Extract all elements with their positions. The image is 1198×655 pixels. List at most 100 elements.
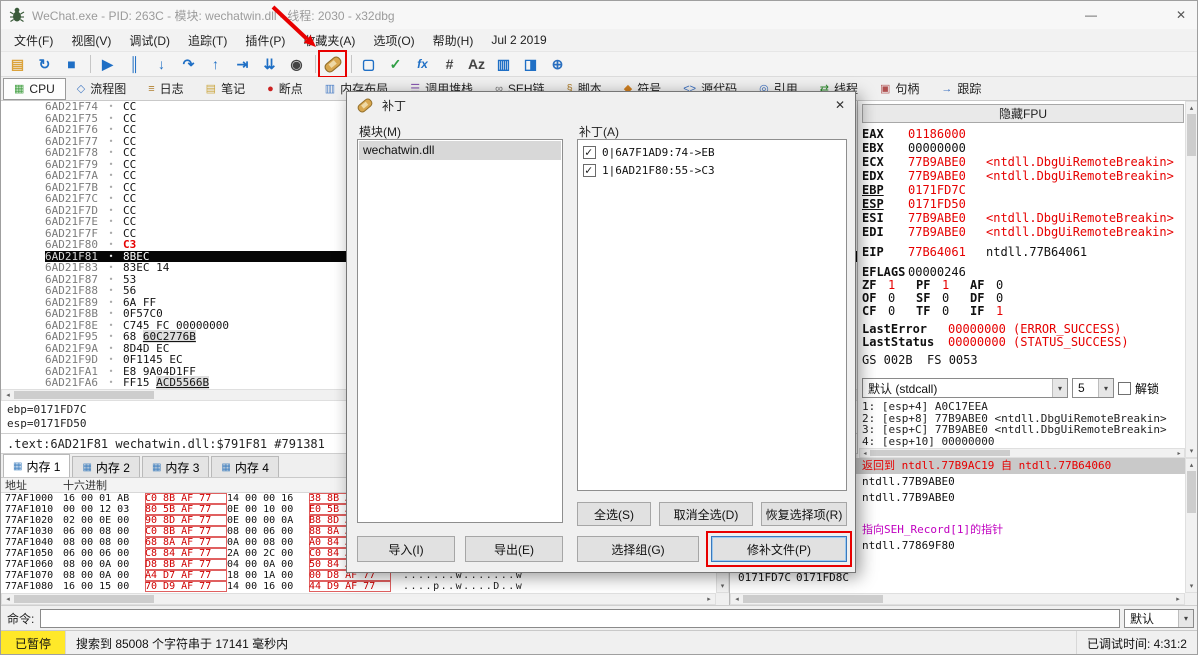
menu-item[interactable]: 视图(V) [62, 30, 120, 51]
scroll-track[interactable] [1186, 513, 1197, 580]
select-group-button[interactable]: 选择组(G) [577, 536, 699, 562]
patch-file-button[interactable]: 修补文件(P) [711, 536, 847, 562]
pause-icon[interactable]: ║ [122, 52, 147, 76]
breakpoint-gutter[interactable] [1, 239, 45, 251]
unlock-checkbox[interactable] [1118, 381, 1131, 395]
breakpoint-gutter[interactable] [1, 285, 45, 297]
breakpoint-gutter[interactable] [1, 296, 45, 308]
chevron-down-icon[interactable] [1098, 379, 1113, 397]
register-row[interactable]: EIP 77B64061 ntdll.77B64061 [862, 245, 1184, 259]
restart-icon[interactable]: ↻ [32, 52, 57, 76]
patch-checkbox[interactable] [583, 163, 596, 177]
select-all-button[interactable]: 全选(S) [577, 502, 651, 526]
register-row[interactable]: EBP 0171FD7C [862, 183, 1184, 197]
scroll-track[interactable] [883, 594, 1172, 604]
scroll-thumb[interactable] [14, 595, 154, 603]
open-file-icon[interactable]: ▤ [5, 52, 30, 76]
register-row[interactable]: ESI 77B9ABE0 <ntdll.DbgUiRemoteBreakin> [862, 211, 1184, 225]
scroll-right-icon[interactable] [703, 594, 715, 604]
patch-checkbox[interactable] [583, 145, 596, 159]
minimize-button[interactable]: — [1075, 1, 1107, 29]
restore-selected-button[interactable]: 恢复选择项(R) [761, 502, 847, 526]
fx-icon[interactable]: fx [410, 52, 435, 76]
scroll-left-icon[interactable] [2, 594, 14, 604]
breakpoint-gutter[interactable] [1, 193, 45, 205]
breakpoint-gutter[interactable] [1, 342, 45, 354]
breakpoint-gutter[interactable] [1, 308, 45, 320]
registers-pane[interactable]: EAX 01186000 EBX 00000000 ECX 77B9ABE0 <ntdll.… [862, 127, 1184, 375]
tab-notes[interactable]: ▤ 笔记 [195, 78, 256, 100]
register-row[interactable]: ESP 0171FD50 [862, 197, 1184, 211]
scroll-up-icon[interactable] [1186, 102, 1197, 114]
breakpoint-gutter[interactable] [1, 377, 45, 389]
menu-item[interactable]: 选项(O) [364, 30, 423, 51]
breakpoint-gutter[interactable] [1, 354, 45, 366]
breakpoint-gutter[interactable] [1, 181, 45, 193]
breakpoint-gutter[interactable] [1, 331, 45, 343]
patch-item[interactable]: 0|6A7F1AD9:74->EB [581, 143, 843, 161]
breakpoint-gutter[interactable] [1, 227, 45, 239]
registers-vscrollbar[interactable] [1185, 101, 1197, 458]
globe-icon[interactable]: ⊕ [545, 52, 570, 76]
tab-log[interactable]: ≡ 日志 [137, 78, 194, 100]
menu-item[interactable]: 帮助(H) [424, 30, 483, 51]
chevron-down-icon[interactable] [1178, 609, 1193, 627]
modules-list[interactable]: wechatwin.dll [357, 139, 563, 523]
argument-row[interactable]: 3: [esp+C] 77B9ABE0 <ntdll.DbgUiRemoteBr… [862, 424, 1184, 436]
segment-registers[interactable]: GS 002B FS 0053 [862, 354, 1184, 367]
breakpoint-gutter[interactable] [1, 147, 45, 159]
breakpoint-gutter[interactable] [1, 365, 45, 377]
tab-cpu[interactable]: ▦ CPU [3, 77, 66, 100]
strings-icon[interactable]: Az [464, 52, 489, 76]
flags-row[interactable]: ZF 1 PF 1 AF 0 [862, 279, 1184, 292]
register-row[interactable]: EBX 00000000 [862, 141, 1184, 155]
scroll-left-icon[interactable] [2, 390, 14, 400]
register-row[interactable]: EAX 01186000 [862, 127, 1184, 141]
register-row[interactable]: LastStatus 00000000 (STATUS_SUCCESS) [862, 336, 1184, 349]
hide-fpu-button[interactable]: 隐藏FPU [862, 104, 1184, 123]
breakpoint-gutter[interactable] [1, 250, 45, 262]
memory-window-icon[interactable]: ▥ [491, 52, 516, 76]
scroll-left-icon[interactable] [731, 594, 743, 604]
command-input[interactable] [40, 608, 1120, 628]
command-profile-select[interactable]: 默认 [1124, 608, 1194, 628]
step-into-icon[interactable]: ↓ [149, 52, 174, 76]
hash-icon[interactable]: # [437, 52, 462, 76]
run-to-cursor-icon[interactable]: ⇥ [230, 52, 255, 76]
stack-hscrollbar[interactable] [730, 593, 1185, 605]
breakpoint-gutter[interactable] [1, 216, 45, 228]
scroll-left-icon[interactable] [860, 449, 870, 457]
breakpoint-gutter[interactable] [1, 319, 45, 331]
comment-icon[interactable]: ▢ [356, 52, 381, 76]
tab-breakpoints[interactable]: ● 断点 [256, 78, 314, 100]
step-out-icon[interactable]: ↑ [203, 52, 228, 76]
scroll-right-icon[interactable] [1174, 449, 1184, 457]
menu-item[interactable]: 调试(D) [120, 30, 179, 51]
window-icon[interactable]: ◨ [518, 52, 543, 76]
scroll-track[interactable] [154, 594, 703, 604]
patch-dialog-titlebar[interactable]: 补丁 ✕ [347, 92, 855, 118]
argument-row[interactable]: 4: [esp+10] 00000000 [862, 435, 1184, 448]
scroll-down-icon[interactable] [1186, 445, 1197, 457]
breakpoint-gutter[interactable] [1, 112, 45, 124]
chevron-down-icon[interactable] [1052, 379, 1067, 397]
step-over-icon[interactable]: ↷ [176, 52, 201, 76]
module-item[interactable]: wechatwin.dll [359, 141, 561, 160]
breakpoint-gutter[interactable] [1, 135, 45, 147]
calling-convention-select[interactable]: 默认 (stdcall) [862, 378, 1068, 398]
patches-list[interactable]: 0|6A7F1AD9:74->EB 1|6AD21F80:55->C3 [577, 139, 847, 491]
dump-hscrollbar[interactable] [1, 593, 716, 605]
arguments-hscrollbar[interactable] [859, 448, 1185, 458]
tab-trace[interactable]: → 跟踪 [930, 78, 992, 100]
scroll-track[interactable] [1186, 156, 1197, 445]
arguments-pane[interactable]: 1: [esp+4] A0C17EEA 2: [esp+8] 77B9ABE0 <… [862, 401, 1184, 447]
breakpoint-gutter[interactable] [1, 101, 45, 113]
register-row[interactable]: EDX 77B9ABE0 <ntdll.DbgUiRemoteBreakin> [862, 169, 1184, 183]
scroll-thumb[interactable] [870, 450, 1010, 456]
register-row[interactable]: ECX 77B9ABE0 <ntdll.DbgUiRemoteBreakin> [862, 155, 1184, 169]
stop-icon[interactable]: ■ [59, 52, 84, 76]
flags-row[interactable]: CF 0 TF 0 IF 1 [862, 305, 1184, 318]
tab-handles[interactable]: ▣ 句柄 [869, 78, 930, 100]
flags-row[interactable]: OF 0 SF 0 DF 0 [862, 292, 1184, 305]
patch-icon[interactable] [318, 50, 347, 78]
